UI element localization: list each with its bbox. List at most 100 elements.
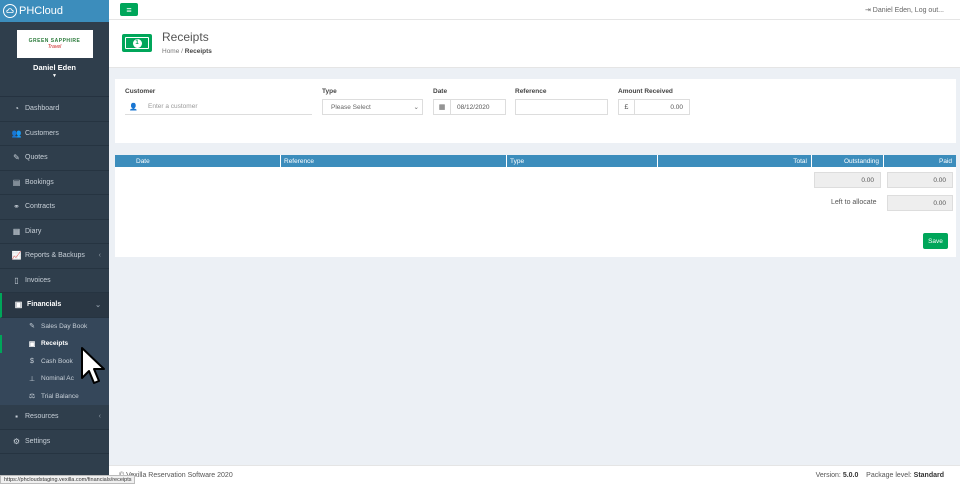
select-caret-icon: ⌄: [413, 104, 419, 111]
left-to-allocate-value: 0.00: [887, 195, 953, 211]
user-panel: GREEN SAPPHIRE Travel Daniel Eden ▼: [0, 22, 109, 97]
sidebar-item-invoices[interactable]: ▯ Invoices: [0, 269, 109, 293]
money-icon: ▣: [28, 340, 36, 348]
sidebar-item-label: Reports & Backups: [25, 252, 85, 260]
amount-received-label: Amount Received: [618, 88, 673, 95]
sidebar-item-customers[interactable]: 👥 Customers: [0, 122, 109, 146]
version-value: 5.0.0: [842, 472, 859, 479]
brand-logo[interactable]: PHCloud: [0, 0, 109, 22]
allocation-table: Date Reference Type Total Outstanding Pa…: [115, 155, 956, 257]
left-to-allocate-label: Left to allocate: [831, 199, 877, 206]
company-logo-line2: Travel: [47, 44, 62, 50]
sidebar-item-label: Dashboard: [25, 105, 60, 113]
hamburger-icon: ≡: [126, 4, 132, 15]
banknote-icon-coin: 1: [132, 38, 142, 48]
pound-icon: £: [619, 100, 635, 114]
sidebar-item-contracts[interactable]: ⚭ Contracts: [0, 195, 109, 220]
type-select-value: Please Select: [331, 103, 371, 111]
dollar-icon: $: [30, 357, 34, 365]
balance-icon: ⚖: [28, 393, 36, 401]
sidebar-item-label: Settings: [25, 437, 51, 445]
page-title: Receipts: [162, 30, 209, 44]
package-label: Package level:: [866, 472, 912, 479]
breadcrumb-home[interactable]: Home: [162, 48, 179, 55]
column-header-paid: Paid: [938, 157, 952, 165]
sidebar-item-label: Customers: [25, 129, 59, 137]
sidebar-item-settings[interactable]: ⚙ Settings: [0, 430, 109, 454]
mouse-cursor-icon: [81, 347, 105, 384]
sidebar-item-dashboard[interactable]: ◔ Dashboard: [0, 97, 109, 122]
cloud-icon: [3, 4, 17, 18]
table-header: Date Reference Type Total Outstanding Pa…: [115, 155, 956, 167]
sidebar-toggle-button[interactable]: ≡: [120, 3, 138, 16]
sidebar-username[interactable]: Daniel Eden: [33, 63, 76, 72]
column-header-type: Type: [507, 155, 658, 167]
customer-field[interactable]: 👤 Enter a customer: [125, 99, 312, 115]
calendar-icon: ▦: [12, 226, 21, 236]
logout-link-label: Daniel Eden, Log out...: [872, 7, 944, 14]
chart-icon: 📈: [11, 251, 22, 261]
date-label: Date: [433, 88, 448, 95]
sidebar-item-label: Quotes: [25, 154, 48, 162]
footer-copyright: © Vexilla Reservation Software 2020: [119, 472, 233, 479]
date-field[interactable]: ▦ 08/12/2020: [433, 99, 506, 115]
page-header: 1 Receipts Home / Receipts: [109, 20, 960, 68]
column-header-reference: Reference: [281, 155, 507, 167]
sidebar-subitem-sales-day-book[interactable]: ✎ Sales Day Book: [0, 318, 109, 336]
sidebar-item-label: Diary: [25, 227, 42, 235]
sidebar-item-quotes[interactable]: ✎ Quotes: [0, 146, 109, 171]
sidebar-item-resources[interactable]: ▪ Resources ‹: [0, 405, 109, 430]
outstanding-total: 0.00: [814, 172, 881, 188]
logout-link[interactable]: ⇥ Daniel Eden, Log out...: [865, 6, 944, 14]
reference-label: Reference: [515, 88, 547, 95]
banknote-icon-border: 1: [125, 37, 149, 49]
breadcrumb: Home / Receipts: [162, 48, 212, 55]
reference-input[interactable]: [515, 99, 608, 115]
caret-down-icon[interactable]: ▼: [52, 73, 57, 79]
edit-icon: ✎: [29, 323, 35, 331]
customer-label: Customer: [125, 88, 156, 95]
column-header-total: Total: [658, 155, 812, 167]
sidebar-item-financials[interactable]: ▣ Financials ⌄: [0, 293, 109, 318]
dashboard-icon: ◔: [14, 104, 19, 114]
sidebar-item-label: Resources: [25, 413, 59, 421]
logout-icon: ⇥: [864, 7, 873, 14]
save-button[interactable]: Save: [923, 233, 948, 249]
type-label: Type: [322, 88, 337, 95]
banknote-icon: 1: [122, 34, 152, 52]
footer-version: Version: 5.0.0 Package level: Standard: [816, 472, 944, 479]
amount-received-field[interactable]: £ 0.00: [618, 99, 690, 115]
footer: © Vexilla Reservation Software 2020 Vers…: [109, 465, 960, 484]
sidebar-subitem-label: Receipts: [41, 340, 69, 348]
sidebar-subitem-label: Cash Book: [41, 357, 73, 365]
package-value: Standard: [913, 472, 944, 479]
column-header-outstanding: Outstanding: [812, 155, 884, 167]
sidebar-item-label: Invoices: [25, 276, 51, 284]
date-input[interactable]: 08/12/2020: [451, 104, 490, 111]
chevron-down-icon: ⌄: [95, 301, 101, 309]
sidebar-item-diary[interactable]: ▦ Diary: [0, 220, 109, 244]
book-icon: ▤: [12, 177, 21, 187]
top-navbar: ≡ ⇥ Daniel Eden, Log out...: [109, 0, 960, 20]
sitemap-icon: ⊥: [28, 375, 36, 383]
handshake-icon: ⚭: [13, 202, 20, 212]
sidebar-item-label: Financials: [27, 301, 62, 309]
sidebar-item-reports[interactable]: 📈 Reports & Backups ‹: [0, 244, 109, 269]
sidebar-subitem-label: Trial Balance: [41, 392, 79, 400]
type-select[interactable]: Please Select ⌄: [322, 99, 423, 115]
sidebar-item-bookings[interactable]: ▤ Bookings: [0, 171, 109, 195]
company-logo: GREEN SAPPHIRE Travel: [16, 30, 93, 58]
sidebar-item-label: Contracts: [25, 203, 55, 211]
sidebar-subitem-label: Sales Day Book: [41, 322, 88, 330]
sidebar-subitem-trial-balance[interactable]: ⚖ Trial Balance: [0, 388, 109, 406]
customer-input[interactable]: Enter a customer: [142, 103, 198, 110]
money-icon: ▣: [14, 300, 23, 310]
pencil-icon: ✎: [13, 153, 20, 163]
breadcrumb-current: Receipts: [184, 48, 212, 55]
briefcase-icon: ▪: [15, 412, 18, 422]
calendar-icon: ▦: [434, 100, 451, 114]
sidebar: PHCloud GREEN SAPPHIRE Travel Daniel Ede…: [0, 0, 109, 484]
paid-total: 0.00: [887, 172, 953, 188]
chevron-left-icon: ‹: [98, 413, 101, 421]
amount-received-input[interactable]: 0.00: [635, 104, 689, 111]
